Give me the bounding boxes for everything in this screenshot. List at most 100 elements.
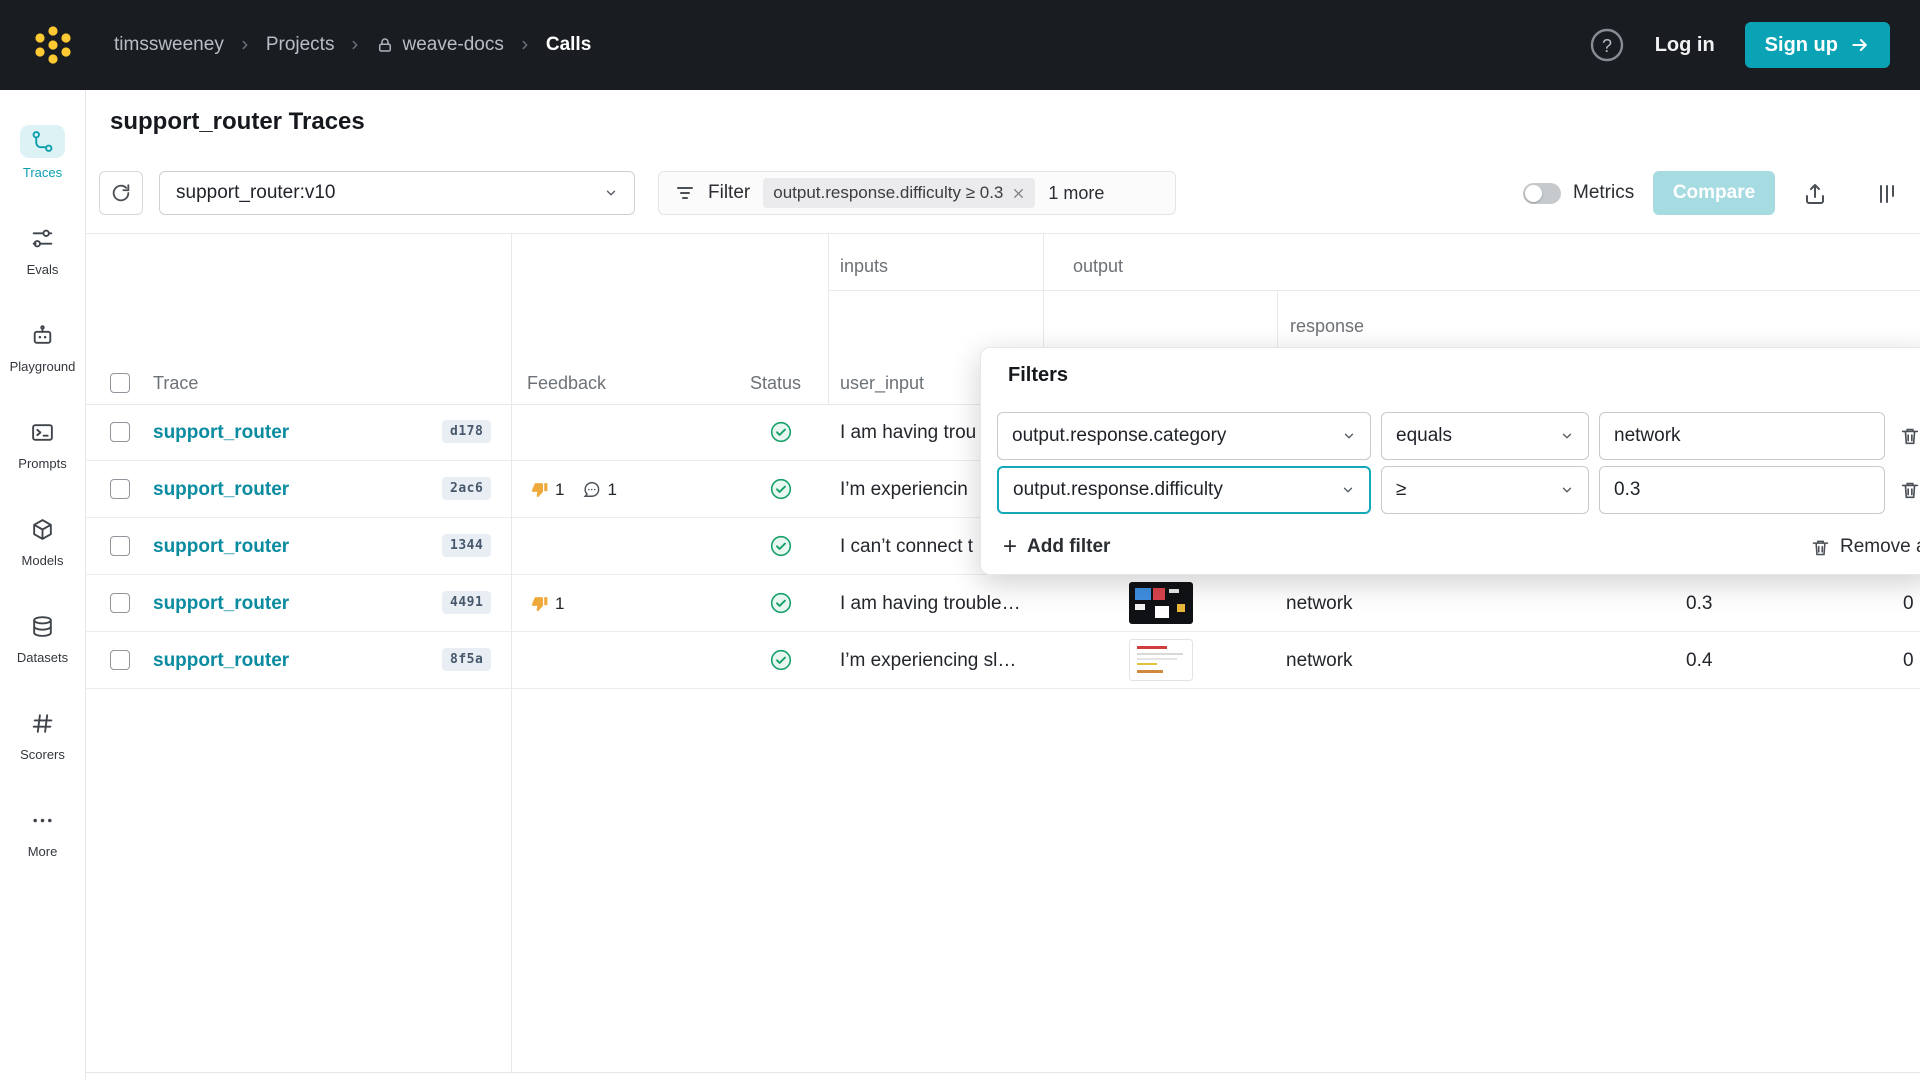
group-underline (828, 290, 1043, 291)
filter-row: output.response.category equals network (997, 412, 1920, 460)
help-icon[interactable]: ? (1589, 27, 1625, 63)
breadcrumb-user[interactable]: timssweeney (114, 34, 224, 56)
sidebar-item-label: More (28, 844, 58, 859)
trace-id-chip[interactable]: 8f5a (442, 648, 491, 671)
signup-label: Sign up (1765, 34, 1838, 57)
filter-bar[interactable]: Filter output.response.difficulty ≥ 0.3 … (658, 171, 1176, 215)
column-header-status[interactable]: Status (750, 362, 801, 404)
datasets-icon (20, 610, 65, 643)
hash-icon (20, 707, 65, 740)
chevron-right-icon (348, 38, 362, 52)
columns-icon (1875, 182, 1899, 206)
toggle-knob (1525, 185, 1542, 202)
more-dots-icon (20, 804, 65, 837)
row-checkbox[interactable] (110, 422, 130, 442)
filter-operator-select[interactable]: ≥ (1381, 466, 1589, 514)
table-row[interactable]: support_router 8f5a I’m experiencing sl…… (86, 632, 1920, 689)
refresh-button[interactable] (99, 171, 143, 215)
comment-icon (582, 480, 601, 499)
output-image-thumbnail[interactable] (1129, 639, 1193, 681)
breadcrumb-projects[interactable]: Projects (266, 34, 335, 56)
sidebar-item-scorers[interactable]: Scorers (0, 686, 86, 783)
sidebar-item-models[interactable]: Models (0, 492, 86, 589)
column-header-trace[interactable]: Trace (153, 362, 198, 404)
group-divider (828, 233, 829, 404)
version-selector[interactable]: support_router:v10 (159, 171, 635, 215)
group-header-inputs: inputs (840, 256, 888, 277)
traces-icon (20, 125, 65, 158)
signup-button[interactable]: Sign up (1745, 22, 1890, 68)
sidebar-item-more[interactable]: More (0, 783, 86, 880)
trace-id-chip[interactable]: 2ac6 (442, 477, 491, 500)
filter-field-select[interactable]: output.response.difficulty (997, 466, 1371, 514)
row-checkbox[interactable] (110, 479, 130, 499)
wandb-logo-icon[interactable] (30, 22, 76, 68)
trace-id-chip[interactable]: 4491 (442, 591, 491, 614)
user-input-cell: I am having trouble… (840, 575, 1021, 632)
column-header-user-input[interactable]: user_input (840, 362, 924, 404)
pinned-column-divider (511, 233, 512, 1072)
status-success-icon (770, 421, 792, 443)
row-checkbox[interactable] (110, 536, 130, 556)
table-footer-border (86, 1072, 1920, 1073)
trash-icon (1899, 479, 1920, 501)
filter-field-select[interactable]: output.response.category (997, 412, 1371, 460)
filter-chip[interactable]: output.response.difficulty ≥ 0.3 (763, 178, 1035, 208)
breadcrumb-project[interactable]: weave-docs (376, 34, 503, 56)
trace-id-chip[interactable]: 1344 (442, 534, 491, 557)
select-all-checkbox[interactable] (110, 373, 130, 393)
comment-feedback[interactable]: 1 (582, 480, 616, 500)
trace-link[interactable]: support_router (153, 404, 289, 461)
compare-button[interactable]: Compare (1653, 171, 1775, 215)
remove-all-label: Remove all (1840, 536, 1920, 558)
metrics-toggle[interactable] (1523, 183, 1561, 204)
status-success-icon (770, 649, 792, 671)
remove-all-filters-button[interactable]: Remove all (1810, 536, 1920, 558)
comment-count: 1 (607, 480, 616, 500)
table-row[interactable]: support_router 4491 1 I am having troubl… (86, 575, 1920, 632)
sidebar-item-traces[interactable]: Traces (0, 104, 86, 201)
feedback-cell: 1 1 (530, 461, 617, 518)
sidebar-item-datasets[interactable]: Datasets (0, 589, 86, 686)
evals-icon (20, 222, 65, 255)
trace-id-chip[interactable]: d178 (442, 420, 491, 443)
column-header-feedback[interactable]: Feedback (527, 362, 606, 404)
chevron-down-icon (604, 186, 618, 200)
filter-value-input[interactable]: 0.3 (1599, 466, 1885, 514)
user-input-cell: I can’t connect t (840, 518, 973, 575)
trace-link[interactable]: support_router (153, 575, 289, 632)
filter-value-input[interactable]: network (1599, 412, 1885, 460)
status-success-icon (770, 592, 792, 614)
breadcrumb-calls[interactable]: Calls (546, 34, 591, 56)
sidebar-item-playground[interactable]: Playground (0, 298, 86, 395)
sidebar-item-label: Evals (27, 262, 59, 277)
group-header-response: response (1290, 316, 1364, 337)
thumbs-down-feedback[interactable]: 1 (530, 594, 564, 614)
sidebar-item-prompts[interactable]: Prompts (0, 395, 86, 492)
login-button[interactable]: Log in (1655, 34, 1715, 57)
row-checkbox[interactable] (110, 593, 130, 613)
add-filter-button[interactable]: + Add filter (1003, 536, 1110, 558)
delete-filter-button[interactable] (1899, 425, 1920, 447)
close-icon[interactable] (1012, 187, 1025, 200)
filter-more-label[interactable]: 1 more (1048, 183, 1104, 204)
output-image-thumbnail[interactable] (1129, 582, 1193, 624)
thumbs-down-count: 1 (555, 594, 564, 614)
trace-link[interactable]: support_router (153, 461, 289, 518)
trace-link[interactable]: support_router (153, 632, 289, 689)
svg-text:?: ? (1602, 36, 1612, 56)
metrics-label: Metrics (1573, 171, 1634, 215)
manage-columns-button[interactable] (1870, 177, 1904, 211)
page-title: support_router Traces (110, 108, 365, 136)
thumbs-down-count: 1 (555, 480, 564, 500)
sidebar-item-evals[interactable]: Evals (0, 201, 86, 298)
thumbs-down-feedback[interactable]: 1 (530, 480, 564, 500)
sidebar-item-label: Models (22, 553, 64, 568)
filter-operator-select[interactable]: equals (1381, 412, 1589, 460)
row-checkbox[interactable] (110, 650, 130, 670)
delete-filter-button[interactable] (1899, 479, 1920, 501)
export-button[interactable] (1798, 177, 1832, 211)
trace-link[interactable]: support_router (153, 518, 289, 575)
group-underline (1043, 290, 1920, 291)
status-success-icon (770, 535, 792, 557)
